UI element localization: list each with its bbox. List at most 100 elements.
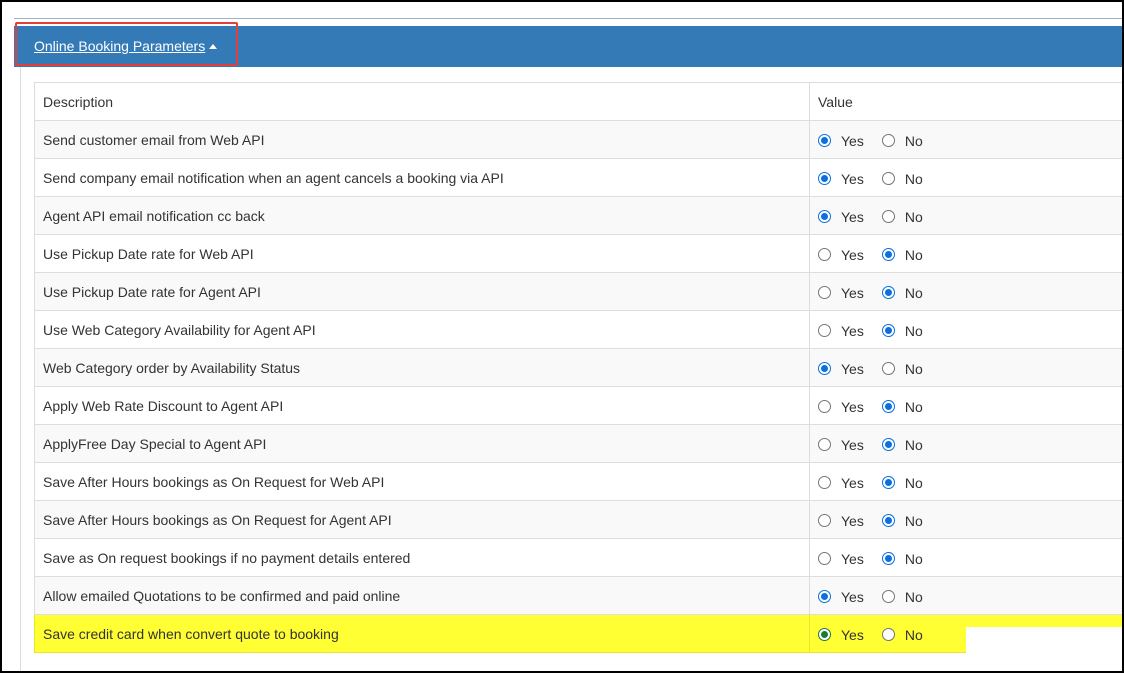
parameter-description: Save as On request bookings if no paymen…: [34, 538, 810, 577]
radio-option-no[interactable]: No: [881, 588, 923, 605]
radio-button-yes[interactable]: [818, 210, 831, 223]
page-background: [966, 627, 1124, 673]
table-row: Save After Hours bookings as On Request …: [34, 500, 1124, 539]
radio-button-yes[interactable]: [818, 514, 831, 527]
radio-option-no[interactable]: No: [881, 208, 923, 225]
radio-option-no[interactable]: No: [881, 323, 923, 339]
yes-no-radio-group: Yes No: [818, 321, 1124, 339]
parameter-value-cell: Yes No: [809, 386, 1124, 425]
parameter-description: Save After Hours bookings as On Request …: [34, 500, 810, 539]
radio-button-no[interactable]: [881, 628, 895, 641]
radio-option-no[interactable]: No: [881, 513, 923, 529]
yes-no-radio-group: Yes No: [818, 359, 1124, 377]
radio-option-yes[interactable]: Yes: [818, 513, 864, 529]
radio-option-no[interactable]: No: [881, 437, 923, 453]
yes-no-radio-group: Yes No: [818, 245, 1124, 263]
radio-button-no[interactable]: [881, 400, 895, 413]
radio-button-no[interactable]: [881, 438, 895, 451]
table-row: Web Category order by Availability Statu…: [34, 348, 1124, 387]
radio-label-yes: Yes: [841, 398, 864, 415]
radio-option-no[interactable]: No: [881, 360, 923, 377]
table-row: Allow emailed Quotations to be confirmed…: [34, 576, 1124, 615]
radio-option-no[interactable]: No: [881, 551, 923, 567]
radio-option-yes[interactable]: Yes: [818, 247, 864, 263]
radio-button-yes[interactable]: [818, 286, 831, 299]
radio-button-no[interactable]: [881, 590, 895, 603]
radio-label-yes: Yes: [841, 626, 864, 643]
radio-label-no: No: [904, 170, 923, 187]
radio-option-yes[interactable]: Yes: [818, 171, 864, 187]
radio-button-yes[interactable]: [818, 400, 831, 413]
table-row: Use Pickup Date rate for Web API Yes No: [34, 234, 1124, 273]
radio-button-no[interactable]: [881, 362, 895, 375]
radio-button-yes[interactable]: [818, 438, 831, 451]
radio-button-yes[interactable]: [818, 476, 831, 489]
radio-button-no[interactable]: [881, 476, 895, 489]
table-row: Send company email notification when an …: [34, 158, 1124, 197]
radio-option-no[interactable]: No: [881, 170, 923, 187]
radio-button-yes[interactable]: [818, 248, 831, 261]
radio-button-yes[interactable]: [818, 628, 831, 641]
radio-button-no[interactable]: [881, 134, 895, 147]
yes-no-radio-group: Yes No: [818, 435, 1124, 453]
radio-option-yes[interactable]: Yes: [818, 627, 864, 643]
radio-label-no: No: [904, 360, 923, 377]
radio-button-no[interactable]: [881, 324, 895, 337]
radio-label-yes: Yes: [841, 512, 864, 529]
radio-option-no[interactable]: No: [881, 133, 923, 149]
parameter-value-cell: Yes No: [809, 424, 1124, 463]
column-header-description: Description: [34, 82, 810, 121]
column-header-value: Value: [809, 82, 1124, 121]
radio-button-yes[interactable]: [818, 172, 831, 185]
parameter-description: Use Pickup Date rate for Web API: [34, 234, 810, 273]
radio-button-yes[interactable]: [818, 362, 831, 375]
radio-label-no: No: [904, 588, 923, 605]
radio-option-no[interactable]: No: [881, 399, 923, 415]
radio-button-no[interactable]: [881, 286, 895, 299]
radio-button-yes[interactable]: [818, 324, 831, 337]
parameter-value-cell: Yes No: [809, 158, 1124, 197]
radio-option-no[interactable]: No: [881, 627, 923, 643]
radio-label-yes: Yes: [841, 170, 864, 187]
radio-option-yes[interactable]: Yes: [818, 361, 864, 377]
parameter-description: Send company email notification when an …: [34, 158, 810, 197]
table-header-row: Description Value: [34, 82, 1124, 121]
radio-label-yes: Yes: [841, 284, 864, 301]
radio-button-no[interactable]: [881, 248, 895, 261]
yes-no-radio-group: Yes No: [818, 549, 1124, 567]
radio-option-yes[interactable]: Yes: [818, 285, 864, 301]
radio-option-no[interactable]: No: [881, 246, 923, 263]
radio-label-no: No: [904, 246, 923, 263]
radio-option-yes[interactable]: Yes: [818, 399, 864, 415]
yes-no-radio-group: Yes No: [818, 131, 1124, 149]
yes-no-radio-group: Yes No: [818, 397, 1124, 415]
radio-option-yes[interactable]: Yes: [818, 551, 864, 567]
radio-label-yes: Yes: [841, 360, 864, 377]
parameter-description: Save After Hours bookings as On Request …: [34, 462, 810, 501]
radio-label-no: No: [904, 474, 923, 491]
radio-option-yes[interactable]: Yes: [818, 209, 864, 225]
parameter-description: Save credit card when convert quote to b…: [34, 614, 810, 653]
radio-option-yes[interactable]: Yes: [818, 475, 864, 491]
table-row: Agent API email notification cc back Yes N…: [34, 196, 1124, 235]
radio-button-no[interactable]: [881, 210, 895, 223]
radio-option-yes[interactable]: Yes: [818, 323, 864, 339]
radio-button-no[interactable]: [881, 552, 895, 565]
radio-option-yes[interactable]: Yes: [818, 589, 864, 605]
radio-label-no: No: [904, 284, 923, 301]
radio-button-no[interactable]: [881, 172, 895, 185]
radio-button-yes[interactable]: [818, 552, 831, 565]
radio-option-no[interactable]: No: [881, 474, 923, 491]
parameter-description: Apply Web Rate Discount to Agent API: [34, 386, 810, 425]
parameter-value-cell: Yes No: [809, 234, 1124, 273]
radio-button-yes[interactable]: [818, 590, 831, 603]
radio-option-no[interactable]: No: [881, 284, 923, 301]
radio-option-yes[interactable]: Yes: [818, 133, 864, 149]
radio-label-yes: Yes: [841, 436, 864, 453]
parameters-table: Description Value Send customer email fr…: [34, 82, 1124, 653]
radio-button-no[interactable]: [881, 514, 895, 527]
radio-label-no: No: [904, 208, 923, 225]
table-row: Save as On request bookings if no paymen…: [34, 538, 1124, 577]
radio-option-yes[interactable]: Yes: [818, 437, 864, 453]
radio-button-yes[interactable]: [818, 134, 831, 147]
